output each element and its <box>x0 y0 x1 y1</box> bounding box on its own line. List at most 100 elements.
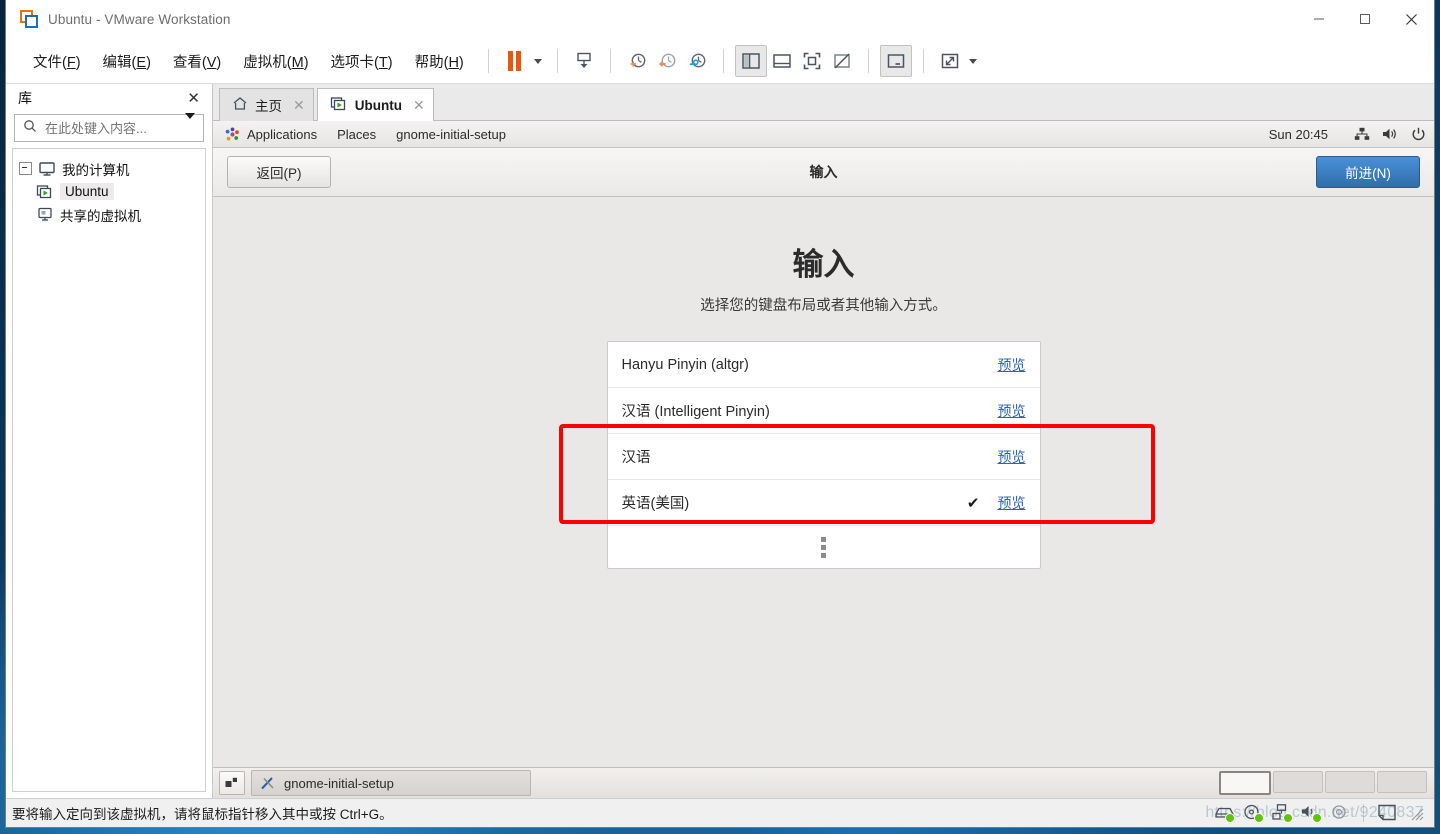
toolbar-separator <box>609 49 611 73</box>
network-adapter-icon[interactable] <box>1272 804 1293 823</box>
show-thumbnail-bar-icon[interactable] <box>767 46 797 76</box>
library-tree: 我的计算机 Ubuntu 共享的虚拟机 <box>12 148 206 792</box>
vmware-status-bar: 要将输入定向到该虚拟机，请将鼠标指针移入其中或按 Ctrl+G。 https:/… <box>6 798 1434 827</box>
menu-edit[interactable]: 编辑(E) <box>94 47 160 76</box>
checkmark-icon: ✔ <box>966 494 980 512</box>
suspend-dropdown-caret-icon[interactable] <box>530 47 546 75</box>
workspace-4[interactable] <box>1377 771 1427 793</box>
window-controls <box>1296 0 1434 38</box>
preview-link[interactable]: 预览 <box>998 447 1026 467</box>
device-status-icons <box>1214 804 1432 823</box>
tab-ubuntu[interactable]: Ubuntu ✕ <box>316 88 434 121</box>
menu-help[interactable]: 帮助(H) <box>406 47 473 76</box>
menu-virtual-machine[interactable]: 虚拟机(M) <box>234 47 317 76</box>
workspace-2[interactable] <box>1273 771 1323 793</box>
setup-header-bar: 返回(P) 输入 前进(N) <box>213 148 1434 197</box>
input-method-name: 英语(美国) <box>621 496 690 512</box>
vm-running-icon <box>36 184 54 200</box>
close-icon[interactable]: ✕ <box>413 98 425 112</box>
hard-disk-icon[interactable] <box>1214 804 1235 823</box>
input-method-list: Hanyu Pinyin (altgr) 预览 汉语 (Intelligent … <box>606 341 1041 569</box>
close-icon[interactable]: ✕ <box>293 98 305 112</box>
menu-view[interactable]: 查看(V) <box>164 47 230 76</box>
enter-unity-mode-icon[interactable] <box>827 46 857 76</box>
list-item[interactable]: 汉语 预览 <box>607 434 1040 480</box>
power-on-vm-icon[interactable] <box>569 46 599 76</box>
home-icon <box>232 96 248 114</box>
volume-icon[interactable] <box>1382 127 1399 141</box>
tab-label: 主页 <box>255 99 282 114</box>
search-input[interactable] <box>43 119 183 137</box>
list-item[interactable]: Hanyu Pinyin (altgr) 预览 <box>607 342 1040 388</box>
close-icon[interactable]: ✕ <box>183 89 204 108</box>
tab-home[interactable]: 主页 ✕ <box>219 88 314 121</box>
power-icon[interactable] <box>1411 127 1426 142</box>
gnome-menu-applications[interactable]: Applications <box>247 127 327 142</box>
resize-grip-icon[interactable] <box>1408 805 1424 821</box>
tree-item-my-computer[interactable]: 我的计算机 <box>13 157 205 180</box>
more-options-dots-icon[interactable] <box>608 526 1040 568</box>
suspend-pause-icon[interactable] <box>500 46 530 76</box>
vmware-workstation-window: Ubuntu - VMware Workstation 文件(F) 编辑(E) … <box>6 0 1434 827</box>
next-button[interactable]: 前进(N) <box>1316 156 1420 188</box>
workspace-switcher[interactable] <box>1218 770 1428 796</box>
window-titlebar: Ubuntu - VMware Workstation <box>6 0 1434 39</box>
close-button[interactable] <box>1388 0 1434 38</box>
preview-link[interactable]: 预览 <box>998 493 1026 513</box>
library-panel: 库 ✕ 我的计算机 <box>6 84 213 798</box>
back-button[interactable]: 返回(P) <box>227 156 331 188</box>
show-library-panel-icon[interactable] <box>734 45 767 77</box>
cd-dvd-icon[interactable] <box>1243 804 1264 823</box>
toolbar-separator <box>556 49 558 73</box>
manage-snapshots-icon[interactable] <box>682 46 712 76</box>
tools-icon <box>260 775 276 791</box>
toolbar-separator <box>867 49 869 73</box>
collapse-expander-icon[interactable] <box>19 162 32 175</box>
input-method-name: Hanyu Pinyin (altgr) <box>621 356 749 373</box>
taskbar-window-button[interactable]: gnome-initial-setup <box>251 770 531 796</box>
gnome-window-title: gnome-initial-setup <box>396 126 506 142</box>
workspace-3[interactable] <box>1325 771 1375 793</box>
menu-toolbar: 文件(F) 编辑(E) 查看(V) 虚拟机(M) 选项卡(T) 帮助(H) <box>6 39 1434 84</box>
stretch-dropdown-caret-icon[interactable] <box>965 47 981 75</box>
menu-tabs[interactable]: 选项卡(T) <box>322 47 402 76</box>
usb-display-icon[interactable] <box>1377 804 1397 822</box>
tree-item-ubuntu[interactable]: Ubuntu <box>13 180 205 203</box>
revert-snapshot-icon[interactable] <box>652 46 682 76</box>
gnome-clock[interactable]: Sun 20:45 <box>1269 127 1328 142</box>
menu-file[interactable]: 文件(F) <box>24 47 90 76</box>
show-desktop-icon[interactable] <box>219 771 245 795</box>
tree-item-shared-vms[interactable]: 共享的虚拟机 <box>13 203 205 226</box>
stretch-display-icon[interactable] <box>935 46 965 76</box>
minimize-button[interactable] <box>1296 0 1342 38</box>
list-item[interactable]: 汉语 (Intelligent Pinyin) 预览 <box>607 388 1040 434</box>
preview-link[interactable]: 预览 <box>998 355 1026 375</box>
tab-strip: 主页 ✕ Ubuntu ✕ <box>213 84 1434 121</box>
tree-item-label: 共享的虚拟机 <box>60 208 141 224</box>
vm-pane: 主页 ✕ Ubuntu ✕ Applications Places gnome-… <box>213 84 1434 798</box>
search-icon <box>23 119 37 138</box>
workspace-1[interactable] <box>1219 771 1271 795</box>
library-search-box[interactable] <box>14 113 204 142</box>
input-method-name: 汉语 <box>621 450 651 466</box>
gnome-bottom-panel: gnome-initial-setup <box>213 767 1434 798</box>
chevron-down-icon[interactable] <box>185 113 195 137</box>
gnome-menu-places[interactable]: Places <box>337 127 386 142</box>
tab-label: Ubuntu <box>354 97 402 113</box>
page-title: 输入 <box>792 247 855 282</box>
printer-icon[interactable] <box>1330 804 1350 822</box>
network-icon[interactable] <box>1354 127 1370 141</box>
ubuntu-applications-icon <box>225 127 240 142</box>
sound-card-icon[interactable] <box>1301 804 1322 823</box>
maximize-button[interactable] <box>1342 0 1388 38</box>
list-item-selected[interactable]: 英语(美国) ✔ 预览 <box>607 480 1040 526</box>
page-subtitle: 选择您的键盘布局或者其他输入方式。 <box>700 298 947 314</box>
tree-item-label: 我的计算机 <box>62 162 130 178</box>
enter-fullscreen-icon[interactable] <box>797 46 827 76</box>
take-snapshot-icon[interactable] <box>622 46 652 76</box>
preview-link[interactable]: 预览 <box>998 401 1026 421</box>
setup-header-title: 输入 <box>809 164 838 180</box>
tree-item-label: Ubuntu <box>60 183 114 200</box>
guest-screen: Applications Places gnome-initial-setup … <box>213 121 1434 798</box>
console-view-icon[interactable] <box>879 45 912 77</box>
